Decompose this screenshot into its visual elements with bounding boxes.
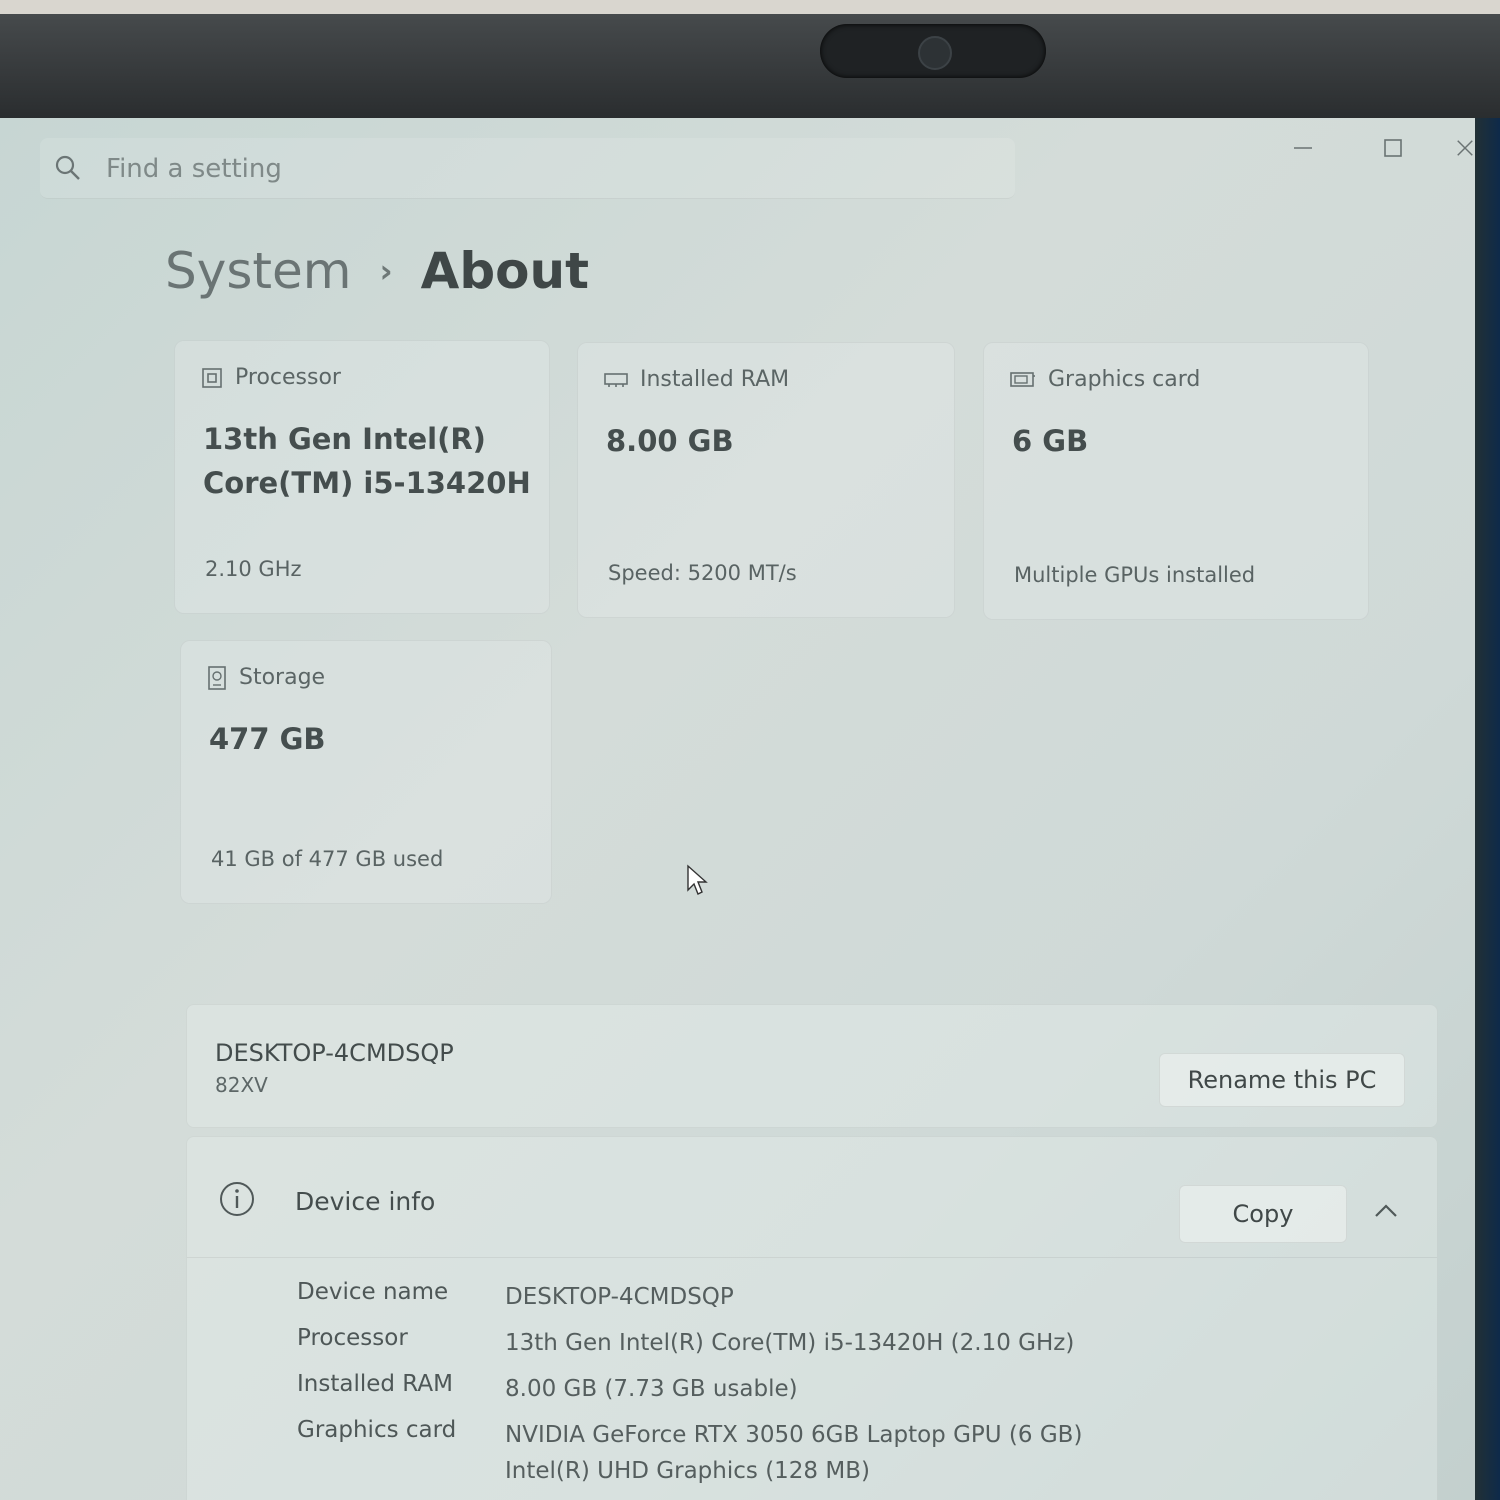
breadcrumb-separator: ›	[379, 252, 393, 290]
storage-icon	[208, 665, 226, 690]
graphics-value: 6 GB	[1012, 424, 1089, 458]
info-row-device-name: Device name DESKTOP-4CMDSQP	[297, 1279, 734, 1315]
device-info-panel: Device info Copy Device name DESKTOP-4CM…	[186, 1136, 1438, 1500]
graphics-label: Graphics card	[1048, 367, 1201, 392]
info-value: DESKTOP-4CMDSQP	[505, 1284, 734, 1310]
storage-label: Storage	[239, 665, 326, 690]
graphics-note: Multiple GPUs installed	[1014, 563, 1256, 587]
mouse-cursor-icon	[687, 864, 708, 895]
graphics-card-header: Graphics card	[1010, 367, 1200, 392]
ram-speed: Speed: 5200 MT/s	[608, 561, 797, 585]
storage-card: Storage 477 GB 41 GB of 477 GB used	[180, 640, 552, 904]
graphics-card: Graphics card 6 GB Multiple GPUs install…	[983, 342, 1369, 620]
minimize-icon	[1294, 147, 1312, 149]
close-button[interactable]	[1455, 128, 1475, 168]
bezel-top-edge	[0, 0, 1500, 14]
maximize-icon	[1384, 139, 1402, 157]
search-icon	[55, 155, 80, 180]
info-value-line: Intel(R) UHD Graphics (128 MB)	[505, 1458, 870, 1484]
webcam-lens	[918, 36, 952, 70]
ram-card-header: Installed RAM	[604, 367, 789, 392]
search-input[interactable]	[104, 148, 988, 190]
ram-card: Installed RAM 8.00 GB Speed: 5200 MT/s	[577, 342, 955, 618]
info-value: 13th Gen Intel(R) Core(TM) i5-13420H (2.…	[505, 1330, 1075, 1356]
info-label: Processor	[297, 1325, 408, 1351]
info-row-processor: Processor 13th Gen Intel(R) Core(TM) i5-…	[297, 1325, 1074, 1361]
info-label: Device name	[297, 1279, 449, 1305]
laptop-bezel	[0, 0, 1500, 118]
graphics-card-icon	[1010, 371, 1035, 387]
processor-card-header: Processor	[201, 365, 341, 390]
storage-card-header: Storage	[207, 665, 325, 690]
info-label: Graphics card	[297, 1417, 457, 1443]
info-value-multi: NVIDIA GeForce RTX 3050 6GB Laptop GPU (…	[505, 1417, 1082, 1489]
pc-model: 82XV	[215, 1073, 268, 1097]
pc-name: DESKTOP-4CMDSQP	[215, 1039, 454, 1067]
info-row-graphics-card: Graphics card NVIDIA GeForce RTX 3050 6G…	[297, 1417, 1082, 1489]
search-box[interactable]	[40, 138, 1015, 199]
processor-icon	[202, 367, 222, 388]
breadcrumb-system[interactable]: System	[165, 242, 351, 300]
breadcrumb: System › About	[165, 236, 589, 306]
info-row-installed-ram: Installed RAM 8.00 GB (7.73 GB usable)	[297, 1371, 798, 1407]
copy-button[interactable]: Copy	[1179, 1185, 1347, 1243]
processor-speed: 2.10 GHz	[205, 557, 302, 581]
device-info-title: Device info	[295, 1187, 436, 1216]
device-info-header[interactable]: Device info Copy	[187, 1137, 1437, 1258]
ram-icon	[604, 372, 628, 387]
processor-value: 13th Gen Intel(R) Core(TM) i5-13420H	[203, 422, 531, 500]
close-icon	[1457, 140, 1473, 156]
maximize-button[interactable]	[1363, 128, 1423, 168]
processor-card: Processor 13th Gen Intel(R) Core(TM) i5-…	[174, 340, 550, 614]
info-icon	[220, 1182, 254, 1216]
storage-value: 477 GB	[209, 722, 326, 756]
rename-pc-button[interactable]: Rename this PC	[1159, 1053, 1405, 1107]
info-value-line: NVIDIA GeForce RTX 3050 6GB Laptop GPU (…	[505, 1422, 1083, 1448]
desktop-wallpaper-edge	[1475, 118, 1500, 1500]
chevron-up-icon[interactable]	[1373, 1201, 1399, 1221]
processor-label: Processor	[235, 365, 341, 390]
webcam	[820, 24, 1046, 78]
storage-usage: 41 GB of 477 GB used	[211, 847, 444, 871]
pc-name-panel: DESKTOP-4CMDSQP 82XV Rename this PC	[186, 1004, 1438, 1128]
info-label: Installed RAM	[297, 1371, 453, 1397]
ram-value: 8.00 GB	[606, 424, 734, 458]
minimize-button[interactable]	[1273, 128, 1333, 168]
settings-window: System › About Processor 13th Gen Intel(…	[0, 118, 1475, 1500]
info-value: 8.00 GB (7.73 GB usable)	[505, 1376, 798, 1402]
page-title: About	[420, 242, 589, 300]
ram-label: Installed RAM	[640, 367, 790, 392]
